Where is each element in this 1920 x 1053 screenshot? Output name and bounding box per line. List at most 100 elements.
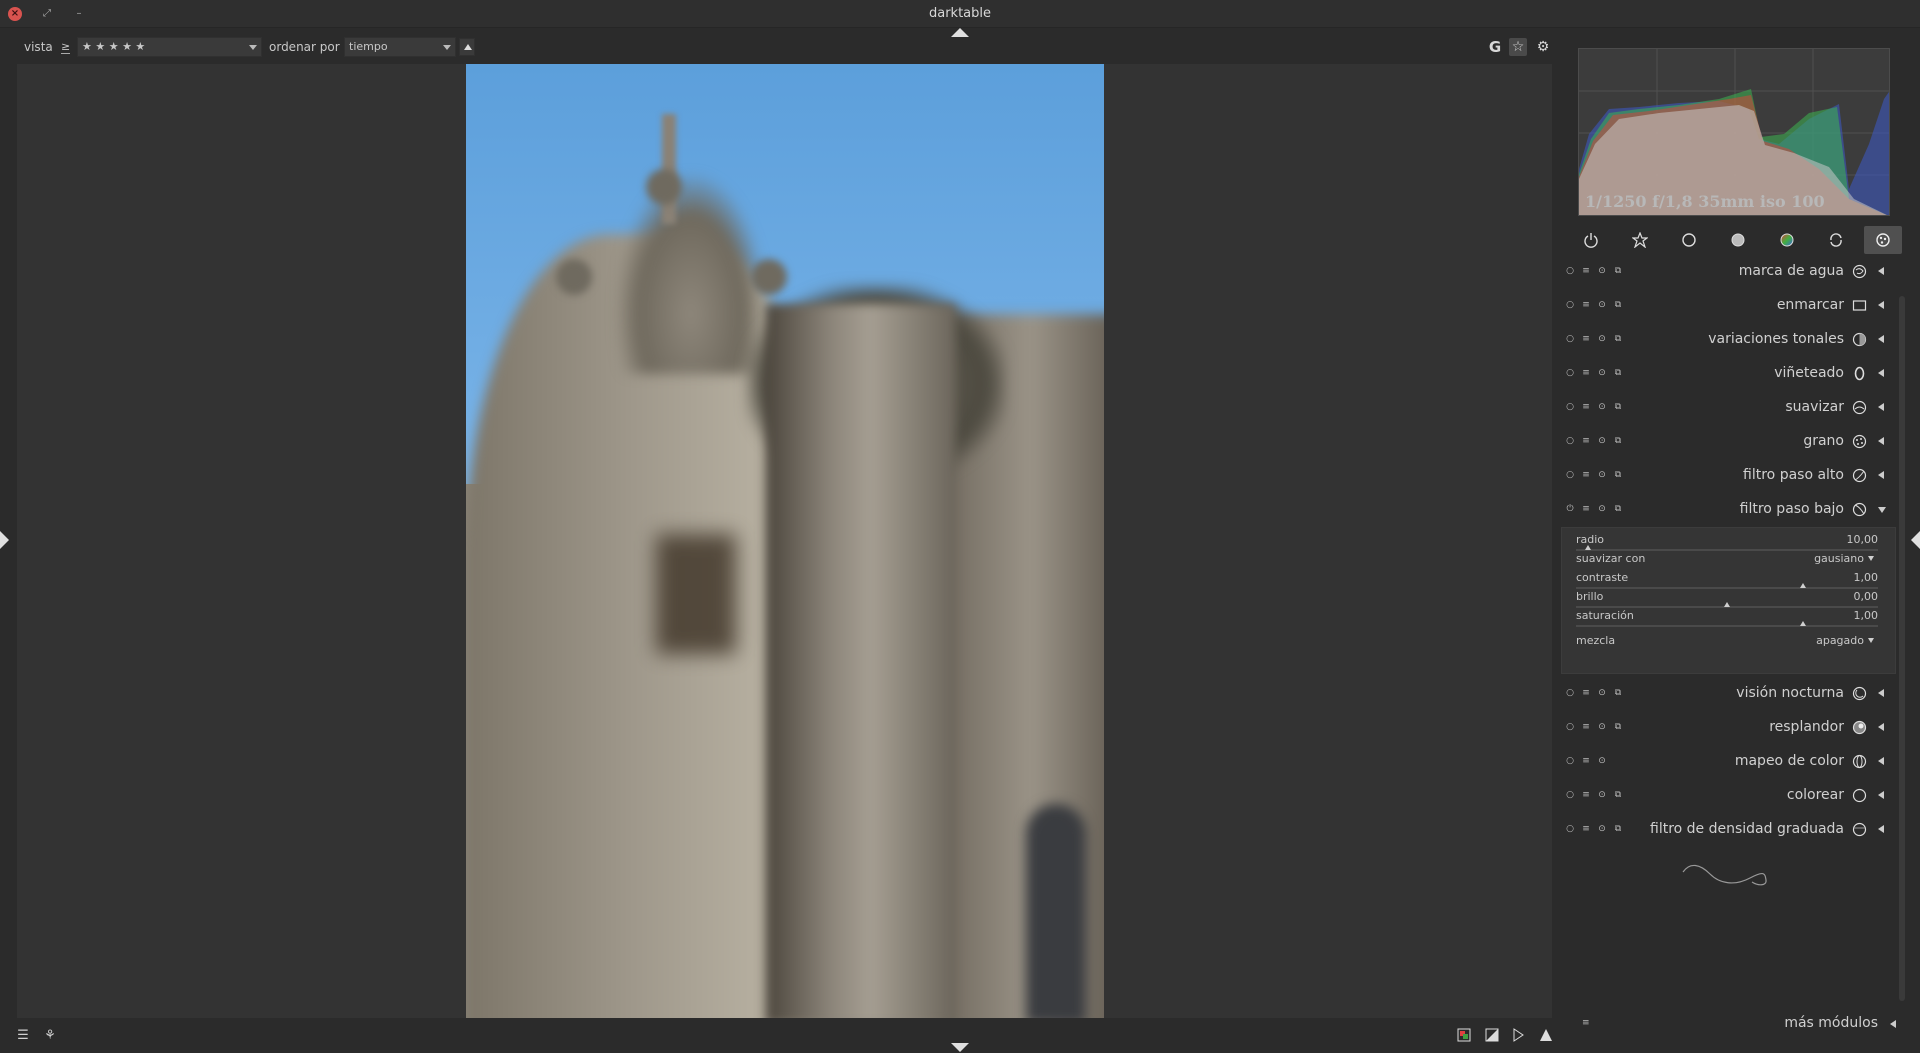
overlays-star-icon[interactable]: ☆	[1509, 38, 1527, 56]
module-multi-instance-icon[interactable]: ≡	[1581, 688, 1591, 698]
module-reset-icon[interactable]: ⊙	[1597, 300, 1607, 310]
module-presets-icon[interactable]: ⧉	[1613, 824, 1623, 834]
module-presets-icon[interactable]: ⧉	[1613, 334, 1623, 344]
expand-arrow-icon[interactable]	[1878, 403, 1884, 411]
module-reset-icon[interactable]: ⊙	[1597, 334, 1607, 344]
correct-icon[interactable]	[1817, 226, 1855, 254]
module-visión-nocturna[interactable]: ○ ≡ ⊙ ⧉ visión nocturna	[1560, 676, 1900, 710]
module-reset-icon[interactable]: ⊙	[1597, 266, 1607, 276]
sort-order-toggle[interactable]	[459, 38, 475, 56]
module-multi-instance-icon[interactable]: ≡	[1581, 436, 1591, 446]
expand-arrow-icon[interactable]	[1878, 301, 1884, 309]
expand-arrow-icon[interactable]	[1878, 437, 1884, 445]
expand-arrow-icon[interactable]	[1878, 791, 1884, 799]
module-presets-icon[interactable]: ⧉	[1613, 688, 1623, 698]
collapse-arrow-icon[interactable]	[1878, 507, 1886, 513]
warning-icon[interactable]	[1538, 1028, 1554, 1044]
module-variaciones-tonales[interactable]: ○ ≡ ⊙ ⧉ variaciones tonales	[1560, 322, 1900, 356]
preferences-gear-icon[interactable]: ⚙	[1534, 38, 1552, 56]
expand-arrow-icon[interactable]	[1878, 335, 1884, 343]
color-picker-icon[interactable]: ⚘	[42, 1028, 58, 1044]
slider-knob[interactable]	[1585, 545, 1592, 550]
module-reset-icon[interactable]: ⊙	[1597, 688, 1607, 698]
module-presets-icon[interactable]: ⧉	[1613, 790, 1623, 800]
module-presets-icon[interactable]: ⧉	[1613, 722, 1623, 732]
slider-knob[interactable]	[1799, 583, 1806, 588]
expand-arrow-icon[interactable]	[1878, 825, 1884, 833]
module-multi-instance-icon[interactable]: ≡	[1581, 402, 1591, 412]
module-enable-toggle-icon[interactable]: ○	[1565, 266, 1575, 276]
module-enable-toggle-icon[interactable]: ○	[1565, 300, 1575, 310]
module-enable-toggle-icon[interactable]: ○	[1565, 756, 1575, 766]
module-filtro-de-densidad-graduada[interactable]: ○ ≡ ⊙ ⧉ filtro de densidad graduada	[1560, 812, 1900, 846]
brightness-slider[interactable]: brillo 0,00	[1576, 590, 1878, 608]
module-reset-icon[interactable]: ⊙	[1597, 504, 1607, 514]
expand-arrow-icon[interactable]	[1878, 757, 1884, 765]
module-presets-icon[interactable]: ⧉	[1613, 266, 1623, 276]
module-enable-toggle-icon[interactable]: ○	[1565, 334, 1575, 344]
slider-knob[interactable]	[1724, 602, 1730, 607]
module-multi-instance-icon[interactable]: ≡	[1581, 368, 1591, 378]
contrast-slider[interactable]: contraste 1,00	[1576, 571, 1878, 589]
sort-by-select[interactable]: tiempo	[344, 37, 456, 57]
softproof-icon[interactable]	[1510, 1028, 1526, 1044]
module-multi-instance-icon[interactable]: ≡	[1581, 266, 1591, 276]
power-icon[interactable]	[1572, 226, 1610, 254]
module-multi-instance-icon[interactable]: ≡	[1581, 470, 1591, 480]
module-multi-instance-icon[interactable]: ≡	[1581, 824, 1591, 834]
module-enable-toggle-icon[interactable]: ○	[1565, 824, 1575, 834]
module-viñeteado[interactable]: ○ ≡ ⊙ ⧉ viñeteado	[1560, 356, 1900, 390]
module-enable-toggle-icon[interactable]: ○	[1565, 470, 1575, 480]
module-presets-icon[interactable]: ⧉	[1613, 402, 1623, 412]
module-presets-icon[interactable]: ⧉	[1613, 436, 1623, 446]
rating-comparator[interactable]: ≥	[61, 40, 71, 54]
module-multi-instance-icon[interactable]: ≡	[1581, 334, 1591, 344]
expand-arrow-icon[interactable]	[1878, 689, 1884, 697]
module-grano[interactable]: ○ ≡ ⊙ ⧉ grano	[1560, 424, 1900, 458]
module-multi-instance-icon[interactable]: ≡	[1581, 722, 1591, 732]
darkroom-center-view[interactable]	[17, 64, 1552, 1018]
module-enable-toggle-icon[interactable]: ○	[1565, 688, 1575, 698]
blur-type-select[interactable]: suavizar con gausiano	[1576, 552, 1878, 570]
image-preview[interactable]	[466, 64, 1104, 1018]
module-multi-instance-icon[interactable]: ≡	[1581, 790, 1591, 800]
effects-icon[interactable]	[1864, 226, 1902, 254]
gamut-check-icon[interactable]	[1484, 1028, 1500, 1044]
more-modules-row[interactable]: ≡ más módulos	[1560, 1012, 1910, 1038]
module-enable-toggle-icon[interactable]: ○	[1565, 790, 1575, 800]
color-circle-icon[interactable]	[1768, 226, 1806, 254]
expand-left-panel-arrow[interactable]	[0, 531, 9, 549]
module-presets-icon[interactable]: ⧉	[1613, 368, 1623, 378]
module-reset-icon[interactable]: ⊙	[1597, 402, 1607, 412]
radius-slider[interactable]: radio 10,00	[1576, 533, 1878, 551]
saturation-slider[interactable]: saturación 1,00	[1576, 609, 1878, 627]
module-multi-instance-icon[interactable]: ≡	[1581, 504, 1591, 514]
slider-knob[interactable]	[1799, 621, 1806, 626]
module-reset-icon[interactable]: ⊙	[1597, 368, 1607, 378]
more-modules-menu-icon[interactable]: ≡	[1582, 1018, 1590, 1028]
module-enable-toggle-icon[interactable]: ○	[1565, 722, 1575, 732]
expand-arrow-icon[interactable]	[1878, 723, 1884, 731]
expand-arrow-icon[interactable]	[1878, 471, 1884, 479]
blend-mode-select[interactable]: mezcla apagado	[1576, 634, 1878, 652]
menu-icon[interactable]: ☰	[15, 1028, 31, 1044]
module-marca-de-agua[interactable]: ○ ≡ ⊙ ⧉ marca de agua	[1560, 254, 1900, 288]
module-reset-icon[interactable]: ⊙	[1597, 470, 1607, 480]
histogram[interactable]: 1/1250 f/1,8 35mm iso 100	[1578, 48, 1890, 216]
color-assessment-icon[interactable]	[1456, 1028, 1472, 1044]
expand-arrow-icon[interactable]	[1878, 369, 1884, 377]
module-reset-icon[interactable]: ⊙	[1597, 790, 1607, 800]
module-enable-toggle-icon[interactable]: ○	[1565, 436, 1575, 446]
module-reset-icon[interactable]: ⊙	[1597, 722, 1607, 732]
module-list-scrollbar[interactable]	[1899, 296, 1905, 1001]
module-filtro-paso-bajo[interactable]: ⏻ ≡ ⊙ ⧉ filtro paso bajo	[1560, 492, 1900, 526]
module-colorear[interactable]: ○ ≡ ⊙ ⧉ colorear	[1560, 778, 1900, 812]
module-enmarcar[interactable]: ○ ≡ ⊙ ⧉ enmarcar	[1560, 288, 1900, 322]
module-mapeo-de-color[interactable]: ○ ≡ ⊙ mapeo de color	[1560, 744, 1900, 778]
module-filtro-paso-alto[interactable]: ○ ≡ ⊙ ⧉ filtro paso alto	[1560, 458, 1900, 492]
collapse-right-panel-arrow[interactable]	[1911, 531, 1920, 549]
module-suavizar[interactable]: ○ ≡ ⊙ ⧉ suavizar	[1560, 390, 1900, 424]
module-reset-icon[interactable]: ⊙	[1597, 824, 1607, 834]
module-enable-toggle-icon[interactable]: ⏻	[1565, 504, 1575, 514]
module-presets-icon[interactable]: ⧉	[1613, 470, 1623, 480]
